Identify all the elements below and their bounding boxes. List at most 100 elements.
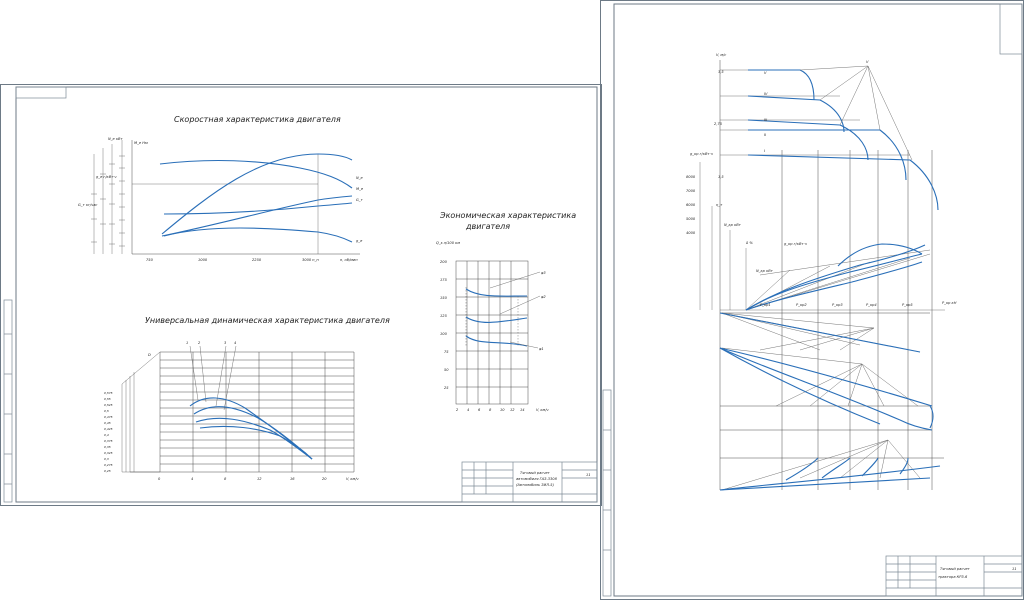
- gear-label: 4: [234, 341, 237, 345]
- economic-y-tick: 25: [444, 386, 449, 390]
- economic-x-tick: 10: [500, 408, 505, 412]
- speed-axis-label-ge: g_e г/кВт·ч: [96, 175, 117, 179]
- pkr3-label: P_кр3: [832, 303, 843, 307]
- economic-y-tick: 200: [440, 260, 448, 264]
- dynamic-y-tick: 0,425: [104, 427, 113, 431]
- gear-label: 2: [198, 341, 201, 345]
- axis-label-pkr: P_кр кН: [942, 301, 957, 305]
- economic-characteristic-chart: Экономическая характеристика двигателя Q…: [436, 211, 576, 412]
- speed-tick: 3,5: [718, 70, 724, 74]
- speed-axis-label: V, м/с: [716, 53, 726, 57]
- dynamic-y-tick: 0,475: [104, 415, 113, 419]
- dynamic-y-tick: 0,55: [104, 397, 111, 401]
- economic-curve-phi3: [465, 288, 528, 297]
- sheet-1-title-line1: Тяговый расчет: [520, 471, 551, 475]
- speed-tick: 2,75: [714, 122, 723, 126]
- dynamic-x-tick: 0: [158, 477, 161, 481]
- dynamic-y-tick: 0,25: [104, 469, 111, 473]
- speed-x-tick: 750: [146, 258, 154, 262]
- dynamic-chart-title: Универсальная динамическая характеристик…: [145, 316, 390, 325]
- sheet-2-margin-strip: [602, 389, 612, 597]
- traction-chart: V, м/с 3,5 2,75 1,5 V IV III II I V g_кр…: [686, 53, 957, 491]
- dynamic-y-tick: 0,375: [104, 439, 113, 443]
- economic-x-tick: 8: [489, 408, 492, 412]
- speed-x-tick: 2250: [252, 258, 262, 262]
- dynamic-y-tick: 0,4: [104, 433, 109, 437]
- point-v-label: V: [866, 60, 869, 64]
- economic-series-phi2: φ2: [541, 295, 546, 299]
- gear-label-iii: III: [764, 118, 767, 122]
- sheet-1-outer-border: [0, 84, 602, 506]
- dynamic-y-tick: 0,5: [104, 409, 109, 413]
- economic-y-tick: 100: [440, 332, 448, 336]
- drawing-sheet-1: Скоростная характеристика двигателя N_e …: [0, 84, 602, 506]
- gear-label-v: V: [764, 71, 767, 75]
- speed-chart-title: Скоростная характеристика двигателя: [174, 115, 341, 124]
- economic-y-label: Q_s л/100 км: [436, 241, 460, 245]
- dynamic-x-tick: 8: [224, 477, 227, 481]
- speed-axis-label-me: M_e Нм: [134, 141, 148, 145]
- dynamic-y-tick: 0,35: [104, 445, 111, 449]
- pkr4-label: P_кр4: [866, 303, 877, 307]
- dynamic-x-tick: 12: [257, 477, 262, 481]
- economic-x-label: V, км/ч: [536, 408, 549, 412]
- sheet-1-canvas: Скоростная характеристика двигателя N_e …: [0, 84, 602, 506]
- economic-chart-title-line1: Экономическая характеристика: [439, 211, 576, 220]
- economic-series-phi1: φ1: [539, 347, 544, 351]
- dynamic-y-tick: 0,325: [104, 451, 113, 455]
- economic-x-tick: 14: [520, 408, 525, 412]
- fuel-rate-curve: [161, 195, 353, 237]
- axis-label-g-point: g_кр г/кВт·ч: [784, 242, 807, 246]
- economic-y-tick: 175: [440, 278, 448, 282]
- axis-label-nkr: N_кр кВт: [724, 223, 742, 227]
- series-label-gt: G_т: [356, 198, 364, 202]
- gear-label: 3: [224, 341, 227, 345]
- sheet-2-number: 11: [1012, 567, 1017, 571]
- sheet-2-outer-border: [600, 0, 1024, 600]
- series-label-ne: N_e: [356, 176, 363, 180]
- pkr5-label: P_кр5: [902, 303, 913, 307]
- g-tick: 6000: [686, 203, 696, 207]
- pkr1-label: P_кр1: [760, 303, 771, 307]
- dynamic-x-label: V, км/ч: [346, 477, 359, 481]
- speed-x-tick: 1000: [198, 258, 208, 262]
- specific-fuel-curve: [163, 227, 353, 243]
- speed-axis-label-gt: G_т кг/час: [78, 203, 97, 207]
- speed-axis-label-ne: N_e кВт: [108, 137, 123, 141]
- dynamic-y-tick: 0,45: [104, 421, 111, 425]
- dynamic-y-label: D: [148, 353, 151, 357]
- dynamic-y-tick: 0,525: [104, 403, 113, 407]
- sheet-1-margin-strip: [3, 299, 13, 503]
- axis-label-nkr-point: N_кр кВт: [756, 269, 774, 273]
- dynamic-y-tick: 0,575: [104, 391, 113, 395]
- sheet-2-title-block: Тяговый расчет трактора КРЗ-6 11: [885, 555, 1023, 597]
- dynamic-curve-3: [195, 417, 313, 460]
- axis-label-eta: η_т: [716, 203, 723, 207]
- power-curve: [161, 153, 353, 235]
- economic-x-tick: 6: [478, 408, 481, 412]
- g-tick: 5000: [686, 217, 696, 221]
- sheet-1-title-block: Тяговый расчет автомобиля ГАЗ-3308 (Авто…: [461, 461, 598, 503]
- dynamic-x-tick: 4: [191, 477, 194, 481]
- economic-x-tick: 2: [456, 408, 459, 412]
- sheet-1-title-line2: автомобиля ГАЗ-3308: [516, 477, 558, 481]
- gear-label-iv: IV: [764, 92, 768, 96]
- dynamic-curve-2: [193, 406, 313, 460]
- speed-x-tick: 3000 n_н: [302, 258, 319, 262]
- economic-x-tick: 12: [510, 408, 515, 412]
- gear-label: 1: [186, 341, 188, 345]
- sheet-1-corner-stamp: [15, 86, 67, 99]
- sheet-2-corner-stamp: [999, 3, 1023, 55]
- series-label-ge: g_e: [356, 239, 363, 243]
- dynamic-x-tick: 20: [322, 477, 327, 481]
- axis-label-delta: δ %: [746, 241, 753, 245]
- pkr2-label: P_кр2: [796, 303, 807, 307]
- g-tick: 4000: [686, 231, 696, 235]
- economic-x-tick: 4: [467, 408, 470, 412]
- dynamic-curve-4: [199, 425, 313, 460]
- speed-tick: 1,5: [718, 175, 724, 179]
- economic-y-tick: 125: [440, 314, 448, 318]
- economic-series-phi3: φ3: [541, 271, 546, 275]
- speed-characteristic-chart: Скоростная характеристика двигателя N_e …: [78, 115, 364, 262]
- axis-label-g: g_кр г/кВт·ч: [690, 152, 713, 156]
